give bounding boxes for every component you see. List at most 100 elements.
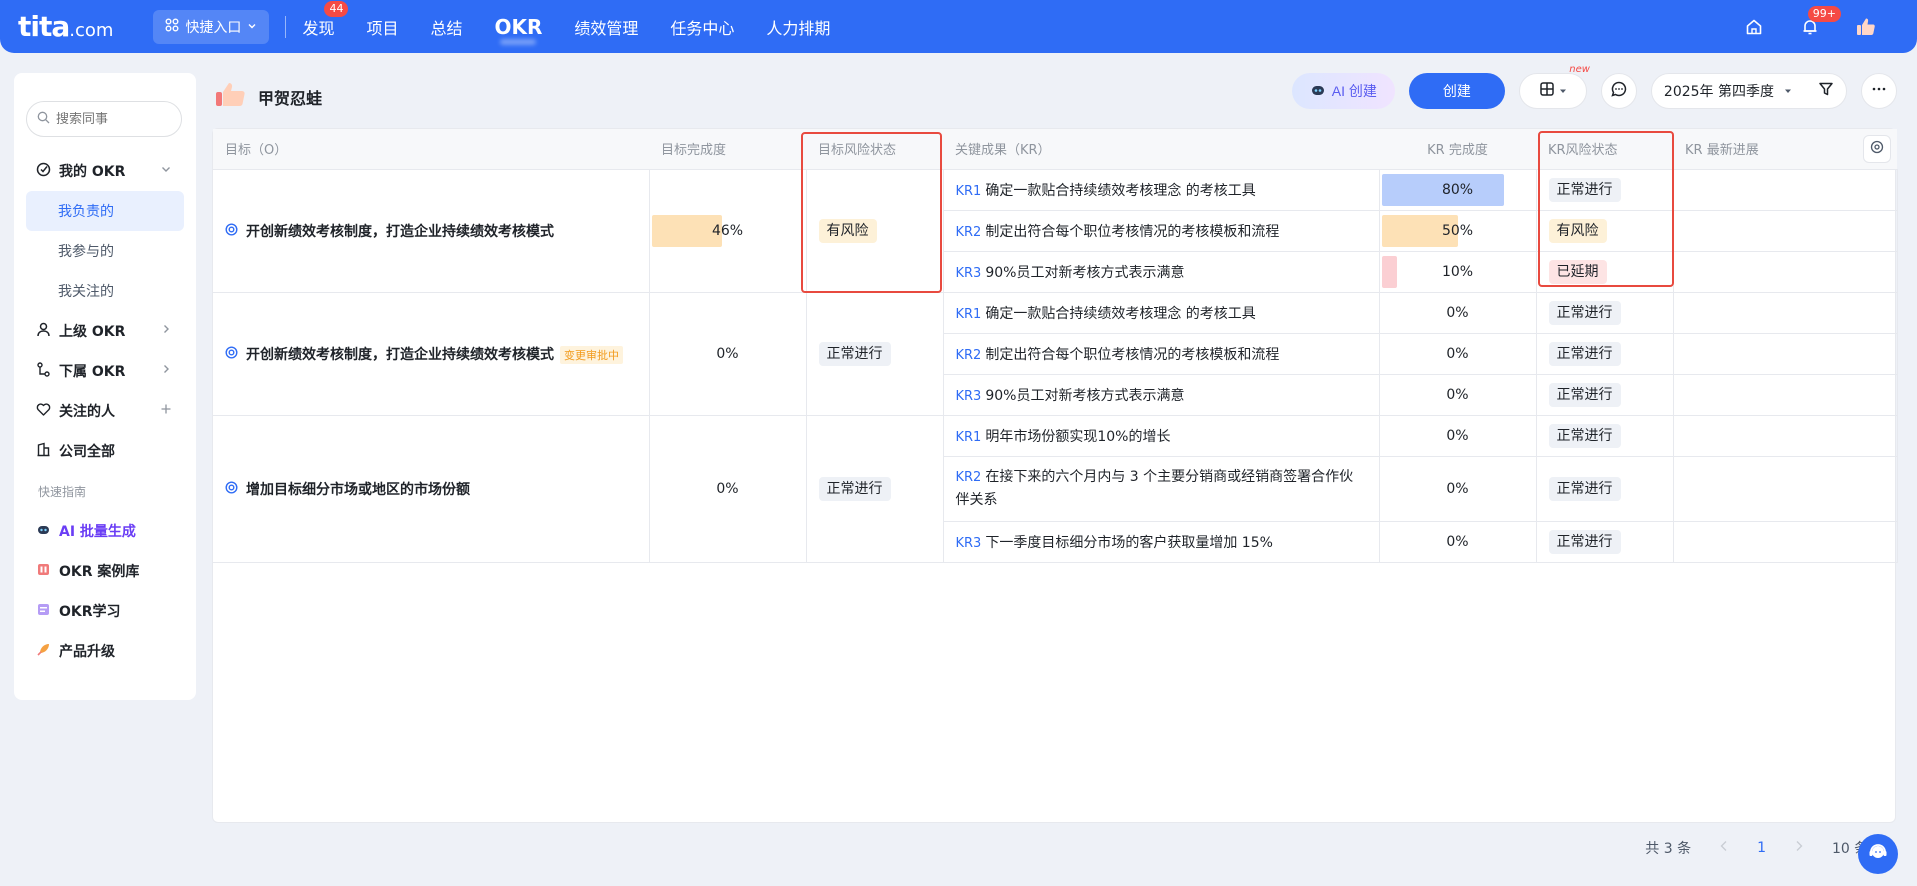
table-row[interactable]: 开创新绩效考核制度，打造企业持续绩效考核模式 46% 有风险 KR1 确定一款贴合…	[213, 169, 1898, 293]
bell-icon[interactable]: 99+	[1799, 5, 1841, 38]
sidebar-item-label: 产品升级	[59, 644, 115, 660]
kr-progress: 0%	[1446, 386, 1469, 403]
nav-discover[interactable]: 发现 44	[302, 0, 349, 39]
plus-icon[interactable]	[160, 403, 172, 419]
quick-entry-button[interactable]: 快捷入口	[153, 9, 270, 44]
objective-progress: 0%	[716, 480, 739, 497]
objective-cell[interactable]: 开创新绩效考核制度，打造企业持续绩效考核模式 变更审批中	[213, 292, 650, 416]
quick-entry-label: 快捷入口	[185, 19, 242, 36]
kr-text: 明年市场份额实现10%的增长	[985, 428, 1171, 445]
column-settings-button[interactable]	[1863, 135, 1891, 163]
kr-cell[interactable]: KR2 制定出符合每个职位考核情况的考核模板和流程	[943, 210, 1380, 252]
more-button[interactable]	[1861, 73, 1897, 109]
kr-cell[interactable]: KR1 明年市场份额实现10%的增长	[943, 415, 1380, 457]
kr-cell[interactable]: KR3 90%员工对新考核方式表示满意	[943, 374, 1380, 416]
new-tag: new	[1569, 64, 1590, 75]
nav-divider	[285, 15, 287, 38]
org-tree-icon	[36, 361, 51, 381]
sidebar-item-followed-people[interactable]: 关注的人	[26, 391, 184, 431]
kr-text: 制定出符合每个职位考核情况的考核模板和流程	[985, 223, 1280, 240]
objective-risk-cell: 正常进行	[806, 415, 944, 563]
grid-icon	[165, 18, 179, 36]
kr-progress: 0%	[1446, 480, 1469, 497]
objective-cell[interactable]: 开创新绩效考核制度，打造企业持续绩效考核模式	[213, 169, 650, 293]
sidebar-item-label: OKR学习	[59, 604, 121, 620]
kr-cell[interactable]: KR1 确定一款贴合持续绩效考核理念 的考核工具	[943, 292, 1380, 334]
objective-risk-cell: 正常进行	[806, 292, 944, 416]
kr-tag: KR3	[955, 265, 982, 281]
kr-tag: KR2	[955, 347, 982, 363]
kr-risk-cell: 正常进行	[1536, 169, 1674, 211]
kr-latest-cell[interactable]	[1673, 251, 1898, 293]
nav-summary[interactable]: 总结	[430, 15, 462, 39]
status-badge: 有风险	[818, 218, 877, 243]
kr-latest-cell[interactable]	[1673, 210, 1898, 252]
sidebar-item-ai-batch[interactable]: AI 批量生成	[26, 511, 184, 551]
kr-latest-cell[interactable]	[1673, 374, 1898, 416]
comment-button[interactable]	[1600, 73, 1637, 109]
sidebar-item-okr-learning[interactable]: OKR学习	[26, 591, 184, 631]
status-badge: 正常进行	[1548, 177, 1621, 202]
kr-text: 确定一款贴合持续绩效考核理念 的考核工具	[985, 305, 1256, 322]
create-button[interactable]: 创建	[1408, 73, 1505, 109]
nav-project[interactable]: 项目	[366, 15, 398, 39]
sidebar-item-my-okr[interactable]: 我的 OKR	[26, 151, 184, 191]
sidebar-item-responsible[interactable]: 我负责的	[26, 191, 184, 231]
home-icon[interactable]	[1743, 16, 1765, 38]
prev-page-icon[interactable]	[1719, 840, 1729, 856]
kr-cell[interactable]: KR1 确定一款贴合持续绩效考核理念 的考核工具	[943, 169, 1380, 211]
sidebar-item-okr-cases[interactable]: OKR 案例库	[26, 551, 184, 591]
sidebar-item-followed[interactable]: 我关注的	[26, 271, 184, 311]
sidebar-item-superior-okr[interactable]: 上级 OKR	[26, 311, 184, 351]
robot-icon	[36, 522, 51, 541]
ai-create-button[interactable]: AI 创建	[1291, 73, 1395, 109]
kr-latest-cell[interactable]	[1673, 415, 1898, 457]
table-row[interactable]: 开创新绩效考核制度，打造企业持续绩效考核模式 变更审批中 0% 正常进行 KR1 确…	[213, 292, 1898, 416]
kr-cell[interactable]: KR3 下一季度目标细分市场的客户获取量增加 15%	[943, 521, 1380, 563]
nav-task-center[interactable]: 任务中心	[670, 15, 734, 39]
quarter-select[interactable]: 2025年 第四季度	[1650, 73, 1847, 109]
kr-progress: 0%	[1446, 533, 1469, 550]
nav-staff-schedule[interactable]: 人力排期	[766, 15, 830, 39]
search-box[interactable]	[26, 101, 182, 137]
kr-latest-cell[interactable]	[1673, 169, 1898, 211]
customer-service-button[interactable]	[1858, 834, 1898, 874]
kr-risk-cell: 正常进行	[1536, 333, 1674, 375]
kr-latest-cell[interactable]	[1673, 292, 1898, 334]
thumb-up-avatar-icon[interactable]	[1855, 16, 1877, 38]
kr-latest-cell[interactable]	[1673, 456, 1898, 522]
kr-text: 确定一款贴合持续绩效考核理念 的考核工具	[985, 182, 1256, 199]
toolbar: AI 创建 创建 new 2025年 第四季度	[1291, 64, 1897, 109]
kr-latest-cell[interactable]	[1673, 333, 1898, 375]
kr-cell[interactable]: KR2 在接下来的六个月内与 3 个主要分销商或经销商签署合作伙伴关系	[943, 456, 1380, 522]
heart-icon	[36, 402, 51, 421]
sidebar-item-product-upgrade[interactable]: 产品升级	[26, 631, 184, 671]
nav-performance[interactable]: 绩效管理	[574, 15, 638, 39]
kr-tag: KR1	[955, 306, 982, 322]
view-switch-button[interactable]: new	[1518, 64, 1590, 109]
sidebar: 我的 OKR 我负责的 我参与的 我关注的 上级 OKR 下属 OKR	[14, 73, 196, 700]
kr-cell[interactable]: KR2 制定出符合每个职位考核情况的考核模板和流程	[943, 333, 1380, 375]
sidebar-item-label: 我的 OKR	[59, 164, 126, 180]
nav-okr[interactable]: OKR	[494, 15, 542, 39]
kr-cell[interactable]: KR3 90%员工对新考核方式表示满意	[943, 251, 1380, 293]
kr-tag: KR1	[955, 429, 982, 445]
kr-progress: 0%	[1446, 427, 1469, 444]
avatar[interactable]	[214, 80, 248, 114]
objective-risk-cell: 有风险	[806, 169, 944, 293]
search-input[interactable]	[56, 111, 166, 127]
sidebar-item-company-all[interactable]: 公司全部	[26, 431, 184, 471]
filter-icon[interactable]	[1818, 81, 1834, 101]
table-row[interactable]: 增加目标细分市场或地区的市场份额 0% 正常进行 KR1 明年市场份额实现10%的…	[213, 415, 1898, 563]
kr-risk-cell: 已延期	[1536, 251, 1674, 293]
kr-latest-cell[interactable]	[1673, 521, 1898, 563]
status-badge: 正常进行	[818, 476, 891, 501]
next-page-icon[interactable]	[1794, 840, 1804, 856]
sidebar-item-participated[interactable]: 我参与的	[26, 231, 184, 271]
sidebar-item-subordinate-okr[interactable]: 下属 OKR	[26, 351, 184, 391]
objective-cell[interactable]: 增加目标细分市场或地区的市场份额	[213, 415, 650, 563]
logo[interactable]: tita.com	[18, 10, 113, 43]
settings-icon	[1870, 140, 1884, 158]
kr-progress-cell: 0%	[1379, 521, 1537, 563]
page-number[interactable]: 1	[1757, 840, 1766, 856]
